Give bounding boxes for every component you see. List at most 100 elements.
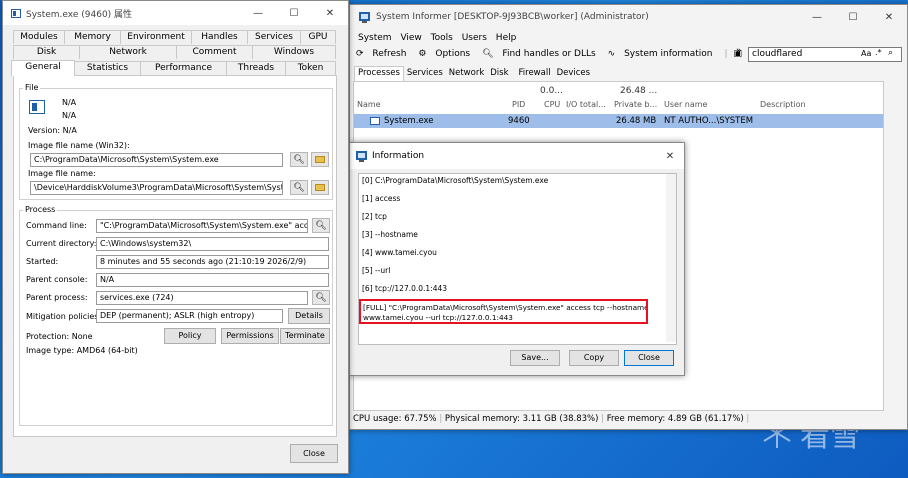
col-io[interactable]: I/O total...	[566, 100, 606, 109]
window-title: System Informer [DESKTOP-9J93BCB\worker]…	[376, 12, 649, 22]
col-description[interactable]: Description	[760, 100, 806, 109]
menu-users[interactable]: Users	[462, 33, 487, 43]
search-input[interactable]: cloudflared	[752, 49, 802, 59]
tab-services[interactable]: Services	[404, 66, 446, 81]
col-user[interactable]: User name	[664, 100, 707, 109]
list-item[interactable]: [6] tcp://127.0.0.1:443	[362, 284, 447, 293]
col-cpu[interactable]: CPU	[544, 100, 560, 109]
row-user: NT AUTHO...\SYSTEM	[664, 116, 754, 126]
started-field[interactable]: 8 minutes and 55 seconds ago (21:10:19 2…	[96, 255, 329, 269]
full-command-line2: www.tamei.cyou --url tcp://127.0.0.1:443	[363, 312, 513, 322]
file-group-title: File	[23, 83, 41, 92]
copy-button[interactable]: Copy	[569, 350, 619, 366]
win32-path-field[interactable]: C:\ProgramData\Microsoft\System\System.e…	[30, 153, 283, 167]
tab-memory[interactable]: Memory	[64, 30, 121, 44]
refresh-button[interactable]: ⟳ Refresh	[356, 49, 412, 59]
dialog-close-icon[interactable]: ✕	[656, 143, 684, 169]
minimize-button[interactable]: —	[240, 1, 276, 25]
file-icon	[29, 100, 45, 114]
title-bar[interactable]: System Informer [DESKTOP-9J93BCB\worker]…	[350, 5, 907, 29]
maximize-button[interactable]: ☐	[276, 1, 312, 25]
inspect-icon[interactable]: 🔍︎	[290, 180, 308, 195]
private-total-header: 26.48 ...	[620, 86, 658, 96]
app-icon	[356, 151, 367, 162]
process-group-title: Process	[23, 205, 58, 214]
props-title-bar[interactable]: System.exe (9460) 属性 — ☐ ✕	[3, 1, 348, 25]
tab-general[interactable]: General	[11, 60, 75, 76]
tab-network[interactable]: Network	[79, 45, 177, 59]
tab-disk[interactable]: Disk	[13, 45, 80, 59]
open-folder-icon[interactable]	[311, 180, 329, 195]
menu-view[interactable]: View	[400, 33, 421, 43]
image-path-field[interactable]: \Device\HarddiskVolume3\ProgramData\Micr…	[30, 181, 283, 195]
image-file-label: Image file name:	[28, 169, 96, 178]
open-folder-icon[interactable]	[311, 152, 329, 167]
details-button[interactable]: Details	[288, 308, 330, 324]
minimize-button[interactable]: —	[799, 5, 835, 29]
list-item[interactable]: [4] www.tamei.cyou	[362, 248, 437, 257]
refresh-icon: ⟳	[356, 49, 364, 59]
close-button[interactable]: ✕	[871, 5, 907, 29]
list-item[interactable]: [0] C:\ProgramData\Microsoft\System\Syst…	[362, 176, 548, 185]
system-information-button[interactable]: ∿ System information	[608, 49, 719, 59]
menu-tools[interactable]: Tools	[431, 33, 453, 43]
inspect-icon[interactable]: 🔍︎	[290, 152, 308, 167]
search-icon[interactable]: ⌕	[888, 48, 893, 58]
col-pid[interactable]: PID	[512, 100, 525, 109]
list-item[interactable]: [5] --url	[362, 266, 390, 275]
parent-process-field[interactable]: services.exe (724)	[96, 291, 308, 305]
tab-comment[interactable]: Comment	[176, 45, 253, 59]
menu-system[interactable]: System	[358, 33, 392, 43]
permissions-button[interactable]: Permissions	[221, 328, 279, 344]
status-free-memory: Free memory: 4.89 GB (61.17%)	[606, 414, 744, 424]
tab-gpu[interactable]: GPU	[300, 30, 336, 44]
table-row[interactable]: System.exe 9460 26.48 MB NT AUTHO...\SYS…	[354, 114, 883, 128]
col-private[interactable]: Private b...	[614, 100, 657, 109]
list-scrollbar[interactable]	[666, 174, 676, 342]
process-icon	[370, 117, 380, 125]
tab-threads[interactable]: Threads	[226, 61, 286, 75]
dialog-title-bar[interactable]: Information ✕	[350, 143, 684, 169]
tab-modules[interactable]: Modules	[13, 30, 65, 44]
full-command-item[interactable]: [FULL] "C:\ProgramData\Microsoft\System\…	[359, 299, 648, 324]
tab-performance[interactable]: Performance	[140, 61, 227, 75]
row-pid: 9460	[508, 116, 530, 126]
options-button[interactable]: ⚙ Options	[418, 49, 476, 59]
gear-icon: ⚙	[418, 49, 427, 59]
list-item[interactable]: [3] --hostname	[362, 230, 418, 239]
parent-console-field[interactable]: N/A	[96, 273, 329, 287]
tab-handles[interactable]: Handles	[191, 30, 248, 44]
close-button[interactable]: ✕	[312, 1, 348, 25]
policy-button[interactable]: Policy	[164, 328, 216, 344]
current-directory-field[interactable]: C:\Windows\system32\	[96, 237, 329, 251]
maximize-button[interactable]: ☐	[835, 5, 871, 29]
tab-processes[interactable]: Processes	[354, 66, 404, 81]
find-handles-button[interactable]: 🔍︎ Find handles or DLLs	[482, 49, 602, 59]
tab-windows[interactable]: Windows	[252, 45, 336, 59]
list-item[interactable]: [1] access	[362, 194, 400, 203]
command-line-field[interactable]: "C:\ProgramData\Microsoft\System\System.…	[96, 219, 308, 233]
toolbar-overflow-chevron[interactable]: »	[736, 46, 742, 56]
search-box[interactable]: cloudflared Aa .* ⌕	[748, 47, 902, 62]
tab-network[interactable]: Network	[446, 66, 488, 81]
tab-devices[interactable]: Devices	[554, 66, 594, 81]
tab-environment[interactable]: Environment	[120, 30, 192, 44]
match-case-icon[interactable]: Aa	[861, 49, 871, 58]
close-button[interactable]: Close	[624, 350, 674, 366]
tab-token[interactable]: Token	[285, 61, 336, 75]
tab-statistics[interactable]: Statistics	[74, 61, 141, 75]
tab-disk[interactable]: Disk	[487, 66, 511, 81]
inspect-icon[interactable]: 🔍︎	[312, 218, 330, 233]
inspect-icon[interactable]: 🔍︎	[312, 290, 330, 305]
tab-firewall[interactable]: Firewall	[516, 66, 554, 81]
list-item[interactable]: [2] tcp	[362, 212, 387, 221]
regex-icon[interactable]: .*	[875, 48, 882, 57]
information-dialog: Information ✕ [0] C:\ProgramData\Microso…	[349, 142, 685, 376]
menu-help[interactable]: Help	[496, 33, 517, 43]
props-close-button[interactable]: Close	[290, 444, 338, 463]
save-button[interactable]: Save...	[510, 350, 560, 366]
mitigation-field[interactable]: DEP (permanent); ASLR (high entropy)	[96, 309, 283, 323]
col-name[interactable]: Name	[357, 100, 381, 109]
tab-services[interactable]: Services	[247, 30, 301, 44]
terminate-button[interactable]: Terminate	[280, 328, 330, 344]
